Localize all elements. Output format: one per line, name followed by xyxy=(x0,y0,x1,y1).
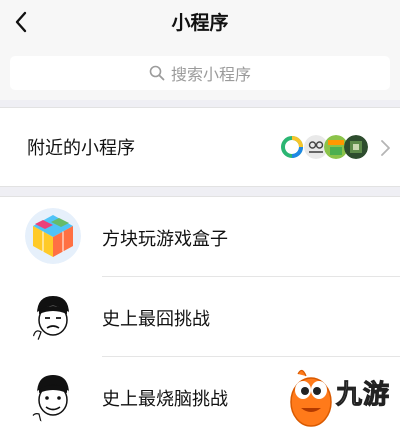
nearby-app-icon-1 xyxy=(280,135,304,159)
nearby-mini-programs-row[interactable]: 附近的小程序 xyxy=(0,107,400,187)
navigation-bar: 小程序 xyxy=(0,0,400,44)
nearby-app-icon-4 xyxy=(344,135,368,159)
search-input[interactable]: 搜索小程序 xyxy=(10,56,390,90)
meme-face-icon xyxy=(25,288,81,344)
app-name: 史上最烧脑挑战 xyxy=(102,389,228,410)
app-name: 方块玩游戏盒子 xyxy=(102,229,228,250)
watermark-text: 九游 xyxy=(335,380,391,411)
nearby-label: 附近的小程序 xyxy=(27,138,135,159)
app-name: 史上最囧挑战 xyxy=(102,309,210,330)
cube-stack-icon xyxy=(25,208,81,264)
meme-face-icon xyxy=(25,368,81,424)
chevron-right-icon xyxy=(381,140,390,156)
nearby-icons xyxy=(280,129,370,165)
list-item[interactable]: 史上最囧挑战 xyxy=(0,277,400,357)
search-placeholder: 搜索小程序 xyxy=(170,65,251,84)
search-area: 搜索小程序 xyxy=(0,44,400,100)
search-icon xyxy=(149,65,165,81)
watermark: 九游 xyxy=(284,362,400,432)
page-title: 小程序 xyxy=(171,12,229,34)
mascot-logo-icon xyxy=(290,369,332,427)
list-item[interactable]: 方块玩游戏盒子 xyxy=(0,197,400,277)
